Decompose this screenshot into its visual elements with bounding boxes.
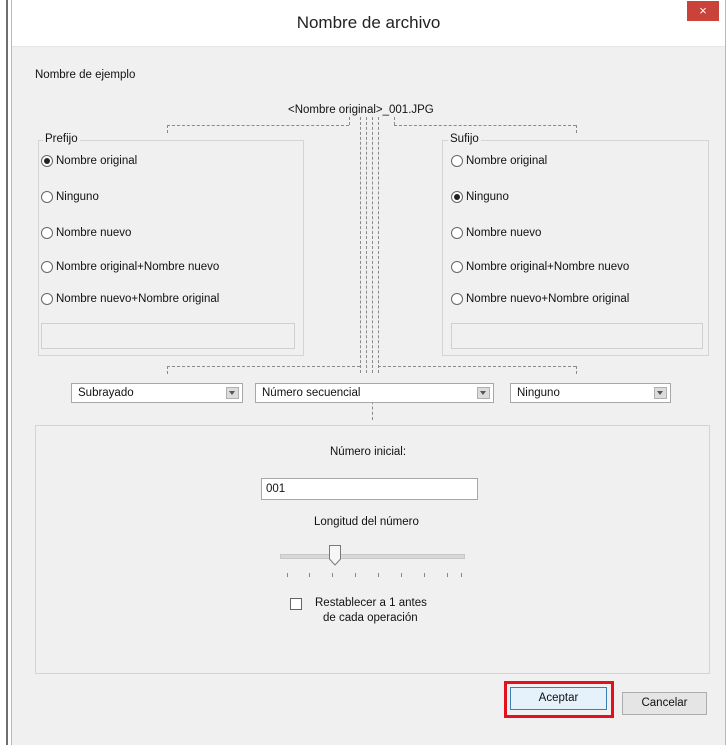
connector-line [167,125,168,133]
radio-unselected [451,227,463,239]
radio-label: Nombre nuevo+Nombre original [466,293,630,305]
separator-dropdown[interactable]: Subrayado [71,383,243,403]
dropdown-value: Ninguno [517,387,560,399]
connector-line [576,125,577,133]
slider-tick [424,573,425,577]
radio-label: Nombre original+Nombre nuevo [466,261,630,273]
radio-label: Nombre original [56,155,138,167]
radio-unselected [41,191,53,203]
suffix-radio-new[interactable]: Nombre nuevo [451,223,541,243]
connector-line [366,117,367,373]
dropdown-value: Número secuencial [262,387,361,399]
radio-selected [451,191,463,203]
connector-line [349,117,350,125]
filename-dialog: Nombre de archivo × Nombre de ejemplo <N… [11,0,726,745]
connector-line [167,125,349,126]
prefix-label: Prefijo [43,133,80,145]
slider-tick [401,573,402,577]
numbering-type-dropdown[interactable]: Número secuencial [255,383,494,403]
reset-label-line1: Restablecer a 1 antes [315,597,427,609]
radio-unselected [451,261,463,273]
slider-tick [378,573,379,577]
radio-unselected [451,155,463,167]
ok-button[interactable]: Aceptar [510,687,607,710]
suffix-custom-field[interactable] [451,323,703,349]
radio-unselected [41,293,53,305]
slider-tick [332,573,333,577]
prefix-custom-field[interactable] [41,323,295,349]
prefix-radio-original-new[interactable]: Nombre original+Nombre nuevo [41,257,219,277]
reset-label-line2: de cada operación [323,612,418,624]
close-icon: × [699,3,707,18]
slider-thumb-icon [329,545,341,566]
radio-unselected [41,227,53,239]
start-number-input[interactable]: 001 [261,478,478,500]
radio-label: Nombre nuevo [56,227,132,239]
background-window-edge [6,0,8,745]
cancel-button[interactable]: Cancelar [622,692,707,715]
radio-label: Nombre original [466,155,548,167]
chevron-down-icon [477,387,490,399]
example-label: Nombre de ejemplo [35,69,136,81]
connector-line [372,117,373,373]
connector-line [167,366,168,374]
suffix-radio-original[interactable]: Nombre original [451,151,547,171]
end-dropdown[interactable]: Ninguno [510,383,671,403]
dropdown-value: Subrayado [78,387,134,399]
dialog-title: Nombre de archivo [296,13,441,32]
chevron-down-icon [654,387,667,399]
radio-label: Nombre nuevo [466,227,542,239]
radio-label: Nombre nuevo+Nombre original [56,293,220,305]
connector-line [360,117,361,373]
prefix-radio-new-original[interactable]: Nombre nuevo+Nombre original [41,289,219,309]
connector-line [167,366,360,367]
example-filename: <Nombre original>_001.JPG [288,104,434,116]
connector-line [378,117,379,373]
slider-tick [287,573,288,577]
numbering-panel [35,425,710,674]
radio-label: Nombre original+Nombre nuevo [56,261,220,273]
connector-line [394,125,576,126]
title-bar: Nombre de archivo × [12,0,725,47]
slider-tick [447,573,448,577]
slider-tick [461,573,462,577]
number-length-slider[interactable] [280,554,465,559]
prefix-radio-original[interactable]: Nombre original [41,151,137,171]
start-number-label: Número inicial: [330,446,407,458]
number-length-label: Longitud del número [314,516,419,528]
reset-checkbox[interactable] [290,598,302,610]
prefix-radio-new[interactable]: Nombre nuevo [41,223,131,243]
start-number-value: 001 [266,483,286,495]
radio-unselected [451,293,463,305]
suffix-radio-none[interactable]: Ninguno [451,187,509,207]
slider-tick [355,573,356,577]
radio-selected [41,155,53,167]
chevron-down-icon [226,387,239,399]
prefix-radio-none[interactable]: Ninguno [41,187,99,207]
radio-label: Ninguno [56,191,99,203]
suffix-radio-new-original[interactable]: Nombre nuevo+Nombre original [451,289,629,309]
suffix-radio-original-new[interactable]: Nombre original+Nombre nuevo [451,257,629,277]
radio-unselected [41,261,53,273]
slider-tick [309,573,310,577]
close-button[interactable]: × [687,1,719,21]
slider-thumb[interactable] [329,545,341,569]
connector-line [576,366,577,374]
radio-label: Ninguno [466,191,509,203]
suffix-label: Sufijo [448,133,481,145]
connector-line [378,366,576,367]
connector-line [394,117,395,125]
